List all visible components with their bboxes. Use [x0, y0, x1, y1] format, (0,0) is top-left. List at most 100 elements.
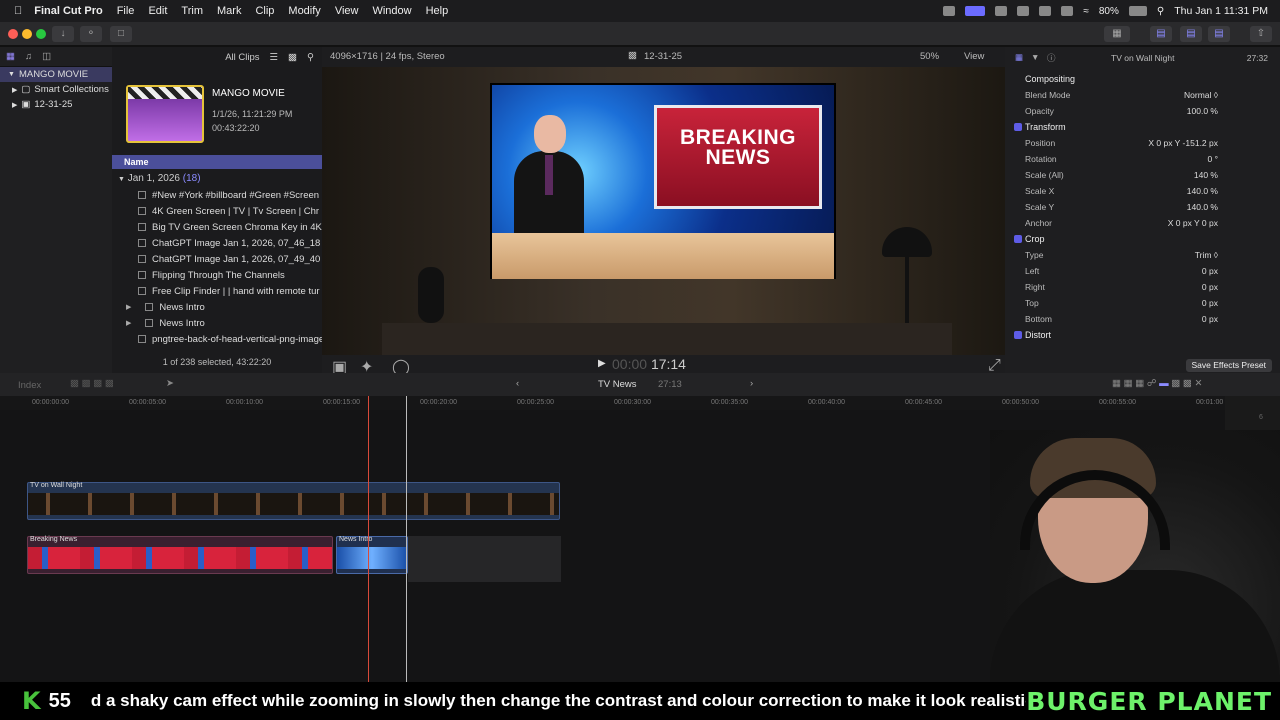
clip-row[interactable]: 4K Green Screen | TV | Tv Screen | Chr	[112, 203, 322, 219]
sidebar-item-smart-collections[interactable]: ▶ ▢ Smart Collections	[0, 82, 112, 97]
section-checkbox[interactable]	[1014, 331, 1022, 339]
clip-filter-dropdown[interactable]: All Clips	[225, 52, 259, 63]
status-icon[interactable]	[1017, 6, 1030, 16]
import-icon[interactable]: ↓	[52, 26, 74, 42]
param-value[interactable]: Trim ◊	[1195, 250, 1218, 260]
bluetooth-icon[interactable]	[1061, 6, 1074, 16]
chevron-left-icon[interactable]: ‹	[516, 378, 519, 389]
event-thumbnail[interactable]	[126, 85, 204, 143]
clip-row[interactable]: ChatGPT Image Jan 1, 2026, 07_46_18 PM	[112, 235, 322, 251]
menu-mark[interactable]: Mark	[217, 5, 241, 17]
color-inspector-icon[interactable]: ▼	[1031, 52, 1039, 62]
zoom-dropdown[interactable]: 50%	[920, 51, 939, 62]
index-button[interactable]: Index	[18, 380, 41, 391]
chevron-right-icon[interactable]: ▶	[126, 319, 131, 327]
timecode-display[interactable]: 00:00 17:14	[612, 356, 686, 372]
timeline-view-icons[interactable]: ▦ ▦ ▦ ☍ ▬ ▩ ▩ ✕	[1112, 378, 1202, 389]
inspector-param[interactable]: Scale Y 140.0 %	[1005, 199, 1280, 215]
timeline-ruler[interactable]: 00:00:00:00 00:00:05:00 00:00:10:00 00:00:1…	[0, 396, 1225, 410]
background-tasks-icon[interactable]: □	[110, 26, 132, 42]
clip-breaking-news[interactable]: Breaking News	[27, 536, 333, 574]
apple-icon[interactable]: 	[14, 5, 22, 17]
param-value[interactable]: Normal ◊	[1184, 90, 1218, 100]
clip-row[interactable]: ChatGPT Image Jan 1, 2026, 07_49_40 PM	[112, 251, 322, 267]
param-value[interactable]: 0 px	[1202, 266, 1218, 276]
inspector-param[interactable]: Type Trim ◊	[1005, 247, 1280, 263]
inspector-section[interactable]: Transform	[1005, 119, 1280, 135]
save-effects-preset-button[interactable]: Save Effects Preset	[1185, 359, 1272, 372]
status-icon[interactable]	[943, 6, 956, 16]
param-value[interactable]: 0 px	[1202, 314, 1218, 324]
inspector-param[interactable]: Rotation 0 °	[1005, 151, 1280, 167]
clip-row[interactable]: ▶ News Intro	[112, 315, 322, 331]
section-checkbox[interactable]	[1014, 123, 1022, 131]
menu-file[interactable]: File	[117, 5, 135, 17]
playhead[interactable]	[368, 396, 369, 682]
chevron-right-icon[interactable]: ▶	[12, 86, 17, 94]
inspector-param[interactable]: Scale (All) 140 %	[1005, 167, 1280, 183]
libraries-icon[interactable]: ▦	[6, 51, 15, 62]
project-dropdown[interactable]: TV News	[598, 379, 637, 390]
show-timeline-icon[interactable]: ▤	[1180, 26, 1202, 42]
chevron-right-icon[interactable]: ▶	[126, 303, 131, 311]
clip-appearance-icon[interactable]: ☰	[270, 52, 279, 63]
minimize-window-button[interactable]	[22, 29, 32, 39]
share-icon[interactable]: ⇧	[1250, 26, 1272, 42]
inspector-param[interactable]: Right 0 px	[1005, 279, 1280, 295]
param-value[interactable]: 140 %	[1194, 170, 1218, 180]
status-icon[interactable]	[995, 6, 1008, 16]
menu-edit[interactable]: Edit	[148, 5, 167, 17]
clip-news-intro[interactable]: News Intro	[336, 536, 408, 574]
edit-tools-icon[interactable]: ▩ ▩ ▩ ▩	[70, 378, 114, 389]
chevron-right-icon[interactable]: ▶	[12, 101, 17, 109]
list-view-icon[interactable]: ▩	[288, 52, 297, 63]
menu-trim[interactable]: Trim	[181, 5, 203, 17]
menu-window[interactable]: Window	[372, 5, 411, 17]
clip-row[interactable]: Free Clip Finder | | hand with remote tu…	[112, 283, 322, 299]
menu-clip[interactable]: Clip	[255, 5, 274, 17]
show-inspector-icon[interactable]: ▤	[1208, 26, 1230, 42]
param-value[interactable]: 100.0 %	[1187, 106, 1218, 116]
chevron-down-icon[interactable]: ▼	[8, 71, 15, 78]
sidebar-item-event[interactable]: ▶ ▣ 12-31-25	[0, 97, 112, 112]
inspector-section[interactable]: Compositing	[1005, 71, 1280, 87]
close-window-button[interactable]	[8, 29, 18, 39]
inspector-param[interactable]: Scale X 140.0 %	[1005, 183, 1280, 199]
view-dropdown[interactable]: View	[964, 51, 984, 62]
layout-icon[interactable]: ▦	[1104, 26, 1130, 42]
section-checkbox[interactable]	[1014, 235, 1022, 243]
menu-help[interactable]: Help	[426, 5, 449, 17]
clip-tv-on-wall-night[interactable]: TV on Wall Night	[27, 482, 560, 520]
date-group[interactable]: ▼ Jan 1, 2026 (18)	[112, 171, 201, 187]
name-column-header[interactable]: Name	[112, 155, 322, 169]
clip-row[interactable]: ▶ News Intro	[112, 299, 322, 315]
inspector-param[interactable]: Anchor X 0 px Y 0 px	[1005, 215, 1280, 231]
inspector-section[interactable]: Distort	[1005, 327, 1280, 343]
search-icon[interactable]: ⚲	[1157, 6, 1164, 17]
play-icon[interactable]: ▶	[598, 358, 606, 369]
photos-audio-icon[interactable]: ♫	[25, 51, 32, 62]
battery-percent[interactable]: 80%	[1099, 6, 1119, 17]
inspector-param[interactable]: Left 0 px	[1005, 263, 1280, 279]
clip-row[interactable]: Big TV Green Screen Chroma Key in 4K	[112, 219, 322, 235]
menu-modify[interactable]: Modify	[288, 5, 320, 17]
param-value[interactable]: 0 px	[1202, 298, 1218, 308]
video-frame[interactable]: BREAKING NEWS	[322, 67, 1005, 355]
inspector-param[interactable]: Bottom 0 px	[1005, 311, 1280, 327]
chevron-down-icon[interactable]: ▼	[118, 176, 125, 183]
inspector-param[interactable]: Top 0 px	[1005, 295, 1280, 311]
param-value[interactable]: 140.0 %	[1187, 186, 1218, 196]
search-icon[interactable]: ⚲	[307, 52, 314, 63]
inspector-param[interactable]: Opacity 100.0 %	[1005, 103, 1280, 119]
screen-record-icon[interactable]	[965, 6, 986, 16]
param-value[interactable]: 0 °	[1208, 154, 1219, 164]
menu-view[interactable]: View	[335, 5, 359, 17]
clip-row[interactable]: #New #York #billboard #Green #Screen | G…	[112, 187, 322, 203]
param-value[interactable]: X 0 px Y -151.2 px	[1148, 138, 1218, 148]
keywords-icon[interactable]: ⚬	[80, 26, 102, 42]
clip-row[interactable]: Flipping Through The Channels	[112, 267, 322, 283]
show-browser-icon[interactable]: ▤	[1150, 26, 1172, 42]
param-value[interactable]: 0 px	[1202, 282, 1218, 292]
sidebar-item-library[interactable]: ▼ MANGO MOVIE	[0, 67, 112, 82]
clock[interactable]: Thu Jan 1 11:31 PM	[1174, 5, 1268, 17]
